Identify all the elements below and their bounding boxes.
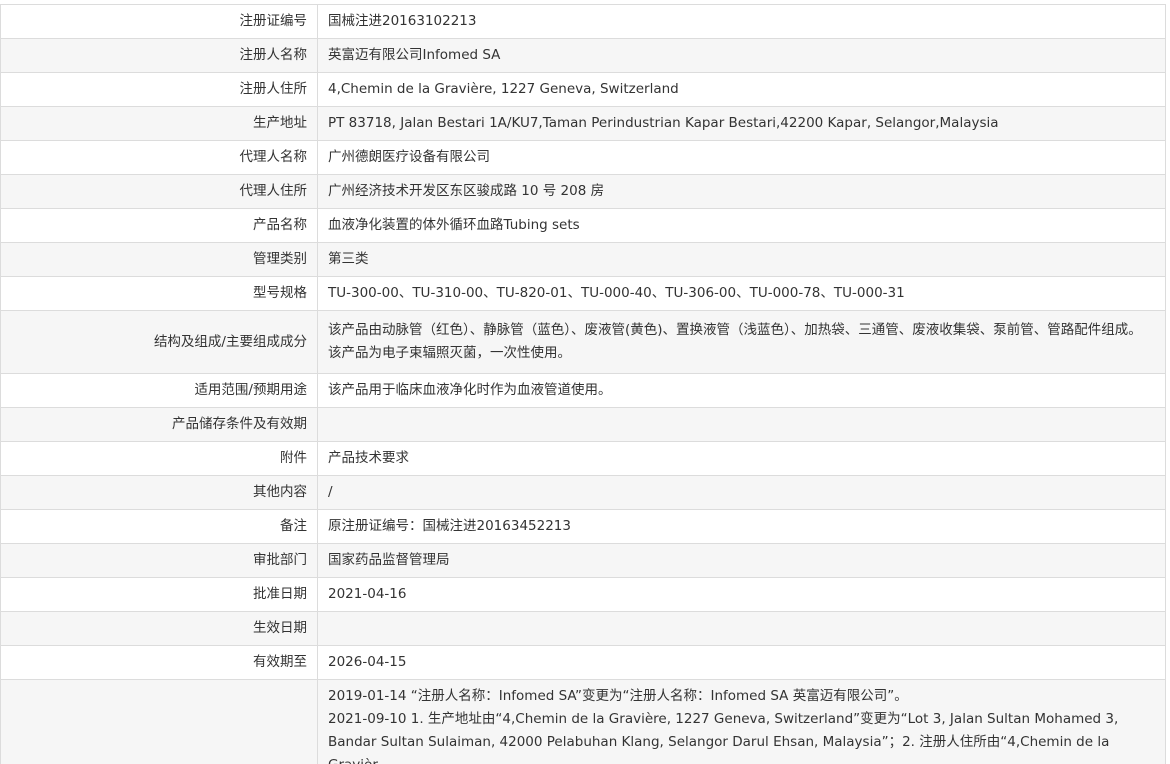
row-label: 生产地址 — [0, 106, 318, 141]
row-label: 其他内容 — [0, 475, 318, 510]
row-value: 英富迈有限公司Infomed SA — [317, 38, 1166, 73]
row-label: 生效日期 — [0, 611, 318, 646]
change-history-row: 2019-01-14 “注册人名称：Infomed SA”变更为“注册人名称：I… — [0, 679, 1166, 764]
row-value: 血液净化装置的体外循环血路Tubing sets — [317, 208, 1166, 243]
row-value: 广州德朗医疗设备有限公司 — [317, 140, 1166, 175]
row-label: 代理人住所 — [0, 174, 318, 209]
row-value — [317, 611, 1166, 646]
row-label: 注册人住所 — [0, 72, 318, 107]
table-row: 审批部门 国家药品监督管理局 — [0, 543, 1166, 578]
row-value: 国械注进20163102213 — [317, 4, 1166, 39]
row-value: 原注册证编号：国械注进20163452213 — [317, 509, 1166, 544]
row-value: / — [317, 475, 1166, 510]
table-row: 其他内容 / — [0, 475, 1166, 510]
table-row: 生效日期 — [0, 611, 1166, 646]
row-label: 适用范围/预期用途 — [0, 373, 318, 408]
table-row: 注册证编号 国械注进20163102213 — [0, 4, 1166, 39]
table-row: 结构及组成/主要组成成分 该产品由动脉管（红色）、静脉管（蓝色）、废液管(黄色)、… — [0, 310, 1166, 374]
row-label: 附件 — [0, 441, 318, 476]
row-value: 2021-04-16 — [317, 577, 1166, 612]
row-value: 2026-04-15 — [317, 645, 1166, 680]
row-value — [317, 407, 1166, 442]
table-row: 产品名称 血液净化装置的体外循环血路Tubing sets — [0, 208, 1166, 243]
table-row: 管理类别 第三类 — [0, 242, 1166, 277]
row-label: 型号规格 — [0, 276, 318, 311]
change-history-value: 2019-01-14 “注册人名称：Infomed SA”变更为“注册人名称：I… — [317, 679, 1166, 764]
table-row: 代理人住所 广州经济技术开发区东区骏成路 10 号 208 房 — [0, 174, 1166, 209]
table-row: 备注 原注册证编号：国械注进20163452213 — [0, 509, 1166, 544]
registration-detail-page: 注册证编号 国械注进20163102213 注册人名称 英富迈有限公司Infomed… — [0, 0, 1170, 764]
table-row: 注册人名称 英富迈有限公司Infomed SA — [0, 38, 1166, 73]
table-row: 生产地址 PT 83718, Jalan Bestari 1A/KU7,Taman… — [0, 106, 1166, 141]
row-label: 管理类别 — [0, 242, 318, 277]
row-label: 注册人名称 — [0, 38, 318, 73]
row-value: 国家药品监督管理局 — [317, 543, 1166, 578]
change-history-label — [0, 679, 318, 764]
table-row: 有效期至 2026-04-15 — [0, 645, 1166, 680]
row-value: TU-300-00、TU-310-00、TU-820-01、TU-000-40、… — [317, 276, 1166, 311]
change-history-entry: 2021-09-10 1. 生产地址由“4,Chemin de la Gravi… — [328, 711, 1119, 764]
table-row: 产品储存条件及有效期 — [0, 407, 1166, 442]
row-label: 结构及组成/主要组成成分 — [0, 310, 318, 374]
change-history-entry: 2019-01-14 “注册人名称：Infomed SA”变更为“注册人名称：I… — [328, 688, 908, 704]
row-label: 有效期至 — [0, 645, 318, 680]
row-value: 产品技术要求 — [317, 441, 1166, 476]
row-label: 产品储存条件及有效期 — [0, 407, 318, 442]
table-row: 型号规格 TU-300-00、TU-310-00、TU-820-01、TU-000… — [0, 276, 1166, 311]
table-row: 适用范围/预期用途 该产品用于临床血液净化时作为血液管道使用。 — [0, 373, 1166, 408]
row-label: 产品名称 — [0, 208, 318, 243]
row-label: 批准日期 — [0, 577, 318, 612]
row-label: 注册证编号 — [0, 4, 318, 39]
row-label: 审批部门 — [0, 543, 318, 578]
row-label: 备注 — [0, 509, 318, 544]
row-value: 广州经济技术开发区东区骏成路 10 号 208 房 — [317, 174, 1166, 209]
row-label: 代理人名称 — [0, 140, 318, 175]
row-value: 该产品由动脉管（红色）、静脉管（蓝色）、废液管(黄色)、置换液管（浅蓝色）、加热… — [317, 310, 1166, 374]
table-row: 注册人住所 4,Chemin de la Gravière, 1227 Genev… — [0, 72, 1166, 107]
registration-info-table: 注册证编号 国械注进20163102213 注册人名称 英富迈有限公司Infomed… — [0, 4, 1166, 764]
row-value: 第三类 — [317, 242, 1166, 277]
table-row: 代理人名称 广州德朗医疗设备有限公司 — [0, 140, 1166, 175]
table-row: 附件 产品技术要求 — [0, 441, 1166, 476]
row-value: 该产品用于临床血液净化时作为血液管道使用。 — [317, 373, 1166, 408]
row-value: PT 83718, Jalan Bestari 1A/KU7,Taman Per… — [317, 106, 1166, 141]
table-row: 批准日期 2021-04-16 — [0, 577, 1166, 612]
row-value: 4,Chemin de la Gravière, 1227 Geneva, Sw… — [317, 72, 1166, 107]
